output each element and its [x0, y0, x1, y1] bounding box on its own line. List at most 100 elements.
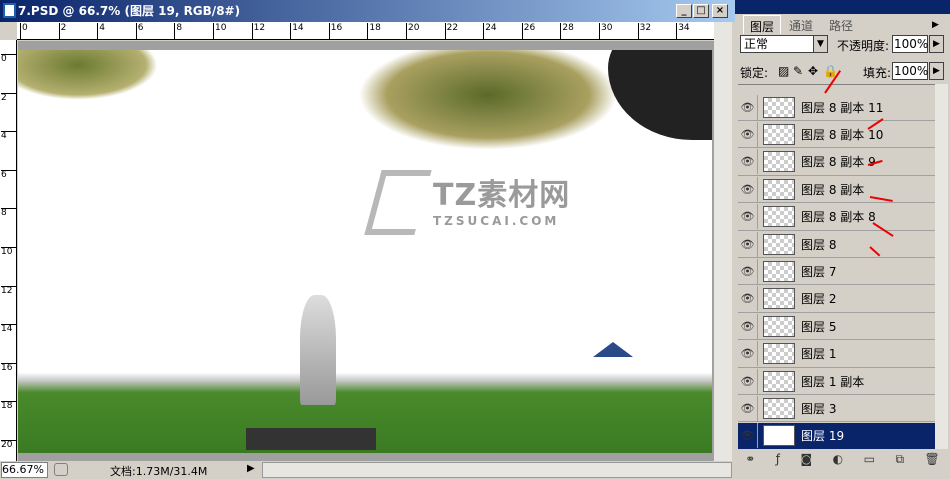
watermark-logo [364, 170, 432, 235]
layer-name: 图层 2 [801, 292, 837, 307]
visibility-eye-icon[interactable]: 👁 [738, 368, 758, 394]
lock-paint-icon[interactable]: ✎ [793, 64, 803, 78]
vertical-ruler[interactable]: 0 2 4 6 8 10 12 14 16 18 20 [0, 40, 17, 461]
layer-row[interactable]: 👁 图层 8 副本 [738, 176, 935, 204]
zoom-field[interactable]: 66.67% [1, 462, 48, 478]
layer-row[interactable]: 👁 图层 2 [738, 286, 935, 313]
layer-name: 图层 7 [801, 264, 837, 279]
layer-row[interactable]: 👁 图层 3 [738, 395, 935, 423]
visibility-eye-icon[interactable]: 👁 [738, 423, 758, 449]
layer-thumbnail [763, 343, 795, 365]
ruler-tick-label: 26 [521, 23, 535, 39]
layer-mask-icon[interactable]: ◙ [801, 452, 813, 466]
new-group-icon[interactable]: ▭ [864, 452, 875, 466]
minimize-button[interactable]: _ [676, 4, 692, 18]
ruler-tick-label: 20 [406, 23, 419, 39]
layer-thumbnail [763, 370, 795, 392]
visibility-eye-icon[interactable]: 👁 [738, 94, 758, 120]
layer-row[interactable]: 👁 图层 19 [738, 422, 935, 449]
watermark-main: TZ素材网 [433, 178, 571, 213]
trash-icon[interactable]: 🗑 [925, 452, 940, 466]
panel-title-bar[interactable] [735, 0, 950, 14]
status-menu-icon[interactable] [54, 463, 68, 476]
lock-move-icon[interactable]: ✥ [808, 64, 818, 78]
layers-list: 👁 图层 8 副本 11 👁 图层 8 副本 10 👁 图层 8 副本 9 👁 图层 8 副本… [738, 84, 935, 449]
layer-thumbnail [763, 206, 795, 228]
visibility-eye-icon[interactable]: 👁 [738, 231, 758, 257]
layer-name: 图层 8 副本 [801, 182, 865, 197]
visibility-eye-icon[interactable]: 👁 [738, 258, 758, 284]
adjustment-layer-icon[interactable]: ◐ [833, 452, 843, 466]
layer-row[interactable]: 👁 图层 8 [738, 231, 935, 258]
layers-scrollbar[interactable] [935, 84, 948, 449]
ruler-tick-label: 22 [444, 23, 458, 39]
document-title: 7.PSD @ 66.7% (图层 19, RGB/8#) [18, 4, 241, 18]
ruler-tick-label: 8 [1, 208, 16, 218]
ruler-tick-label: 4 [97, 23, 105, 39]
tree-foliage [358, 50, 618, 150]
ruler-tick-label: 16 [328, 23, 342, 39]
ruler-tick-label: 34 [676, 23, 690, 39]
layer-row[interactable]: 👁 图层 5 [738, 313, 935, 341]
statue [300, 295, 336, 405]
layer-row[interactable]: 👁 图层 7 [738, 258, 935, 286]
tab-channels[interactable]: 通道 [783, 15, 819, 34]
image-canvas[interactable]: TZ素材网 TZSUCAI.COM [18, 50, 712, 453]
layer-name: 图层 5 [801, 319, 837, 334]
fill-input[interactable]: 100% [892, 62, 928, 80]
ruler-tick-label: 14 [1, 324, 16, 334]
visibility-eye-icon[interactable]: 👁 [738, 395, 758, 421]
visibility-eye-icon[interactable]: 👁 [738, 286, 758, 312]
layer-row[interactable]: 👁 图层 8 副本 10 [738, 121, 935, 149]
ruler-tick-label: 20 [1, 440, 16, 450]
ruler-tick-label: 0 [20, 23, 28, 39]
ruler-tick-label: 2 [1, 92, 16, 103]
status-bar: 66.67% 文档:1.73M/31.4M ▶ [0, 461, 735, 479]
visibility-eye-icon[interactable]: 👁 [738, 149, 758, 175]
visibility-eye-icon[interactable]: 👁 [738, 176, 758, 202]
link-layers-icon[interactable]: ⚭ [745, 452, 755, 466]
close-button[interactable]: × [712, 4, 728, 18]
layer-row[interactable]: 👁 图层 1 副本 [738, 368, 935, 395]
ruler-tick-label: 10 [213, 23, 226, 39]
visibility-eye-icon[interactable]: 👁 [738, 204, 758, 230]
new-layer-icon[interactable]: ⧉ [895, 452, 904, 467]
panel-menu-icon[interactable]: ▶ [932, 20, 939, 30]
ruler-tick-label: 18 [367, 23, 381, 39]
ruler-tick-label: 24 [483, 23, 497, 39]
playground-roof [593, 342, 633, 357]
lock-transparency-icon[interactable]: ▨ [778, 64, 789, 78]
layer-name: 图层 1 [801, 347, 837, 362]
ruler-tick-label: 32 [637, 23, 651, 39]
opacity-input[interactable]: 100% [892, 35, 928, 53]
horizontal-scrollbar[interactable] [262, 462, 732, 478]
panel-footer: ⚭ ƒ ◙ ◐ ▭ ⧉ 🗑 [735, 449, 950, 469]
chevron-down-icon[interactable]: ▼ [813, 35, 828, 53]
watermark: TZ素材网 TZSUCAI.COM [364, 170, 571, 235]
tab-layers[interactable]: 图层 [743, 15, 782, 34]
layer-style-icon[interactable]: ƒ [776, 452, 780, 466]
ruler-tick-label: 6 [135, 23, 144, 39]
document-title-bar[interactable]: 7.PSD @ 66.7% (图层 19, RGB/8#) _ □ × [0, 0, 735, 22]
canvas-area[interactable]: TZ素材网 TZSUCAI.COM [18, 41, 714, 461]
layer-name: 图层 1 副本 [801, 374, 865, 389]
opacity-slider-button[interactable]: ▶ [929, 35, 944, 53]
status-arrow-button[interactable]: ▶ [247, 463, 255, 474]
layer-row[interactable]: 👁 图层 1 [738, 341, 935, 368]
vertical-scrollbar[interactable] [714, 22, 732, 461]
layer-thumbnail [763, 397, 795, 419]
visibility-eye-icon[interactable]: 👁 [738, 121, 758, 147]
visibility-eye-icon[interactable]: 👁 [738, 341, 758, 367]
horizontal-ruler[interactable]: 0 2 4 6 8 10 12 14 16 18 20 22 24 26 28 30 32 34 [17, 22, 714, 40]
layer-row[interactable]: 👁 图层 8 副本 8 [738, 204, 935, 231]
maximize-button[interactable]: □ [693, 4, 709, 18]
ruler-tick-label: 30 [599, 23, 612, 39]
tab-paths[interactable]: 路径 [823, 15, 859, 34]
fill-slider-button[interactable]: ▶ [929, 62, 944, 80]
tree-trunk [608, 50, 712, 140]
visibility-eye-icon[interactable]: 👁 [738, 313, 758, 339]
ruler-tick-label: 14 [290, 23, 304, 39]
layer-row[interactable]: 👁 图层 8 副本 11 [738, 94, 935, 121]
tree-foliage [18, 50, 158, 100]
layer-row[interactable]: 👁 图层 8 副本 9 [738, 149, 935, 176]
